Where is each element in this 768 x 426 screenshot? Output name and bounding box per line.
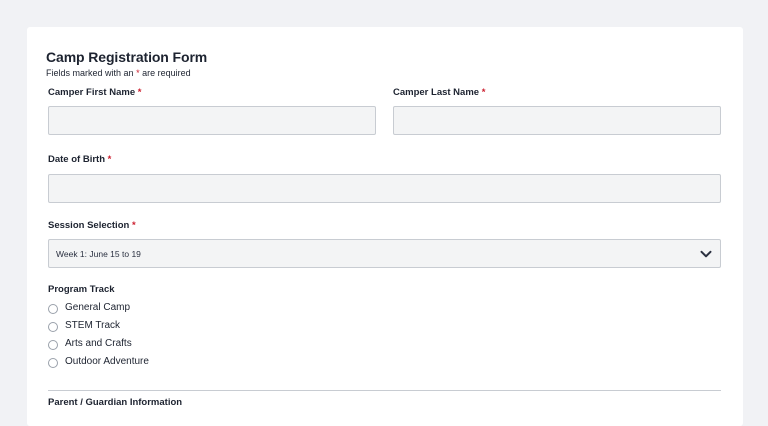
session-selected-value: Week 1: June 15 to 19 — [56, 249, 141, 259]
session-label-text: Session Selection — [48, 220, 130, 231]
chevron-down-icon — [700, 250, 712, 258]
registration-form-card: Camp Registration Form Fields marked wit… — [27, 27, 743, 426]
session-label: Session Selection * — [48, 220, 136, 231]
radio-label: General Camp — [65, 302, 131, 313]
dob-input[interactable] — [48, 174, 721, 203]
required-fields-note: Fields marked with an * are required — [46, 68, 191, 78]
program-track-label: Program Track — [48, 284, 115, 295]
last-name-label: Camper Last Name * — [393, 87, 485, 98]
required-star: * — [481, 87, 486, 98]
radio-button[interactable] — [48, 304, 58, 314]
first-name-label-text: Camper First Name — [48, 87, 136, 98]
radio-label: Arts and Crafts — [65, 338, 132, 349]
last-name-input[interactable] — [393, 106, 721, 135]
required-note-text-end: are required — [142, 68, 191, 78]
dob-label: Date of Birth * — [48, 154, 111, 165]
last-name-label-text: Camper Last Name — [393, 87, 480, 98]
first-name-label: Camper First Name * — [48, 87, 141, 98]
section-divider — [48, 390, 721, 391]
required-star: * — [131, 220, 136, 231]
dob-label-text: Date of Birth — [48, 154, 105, 165]
required-star: * — [107, 154, 112, 165]
form-title: Camp Registration Form — [46, 49, 208, 65]
radio-label: STEM Track — [65, 320, 121, 331]
required-note-text-start: Fields marked with an — [46, 68, 134, 78]
session-select[interactable]: Week 1: June 15 to 19 — [48, 239, 721, 268]
parent-guardian-heading: Parent / Guardian Information — [48, 397, 183, 408]
required-star: * — [137, 87, 142, 98]
radio-button[interactable] — [48, 340, 58, 350]
radio-button[interactable] — [48, 322, 58, 332]
radio-button[interactable] — [48, 358, 58, 368]
first-name-input[interactable] — [48, 106, 376, 135]
radio-label: Outdoor Adventure — [65, 356, 149, 367]
required-note-star: * — [136, 68, 140, 78]
